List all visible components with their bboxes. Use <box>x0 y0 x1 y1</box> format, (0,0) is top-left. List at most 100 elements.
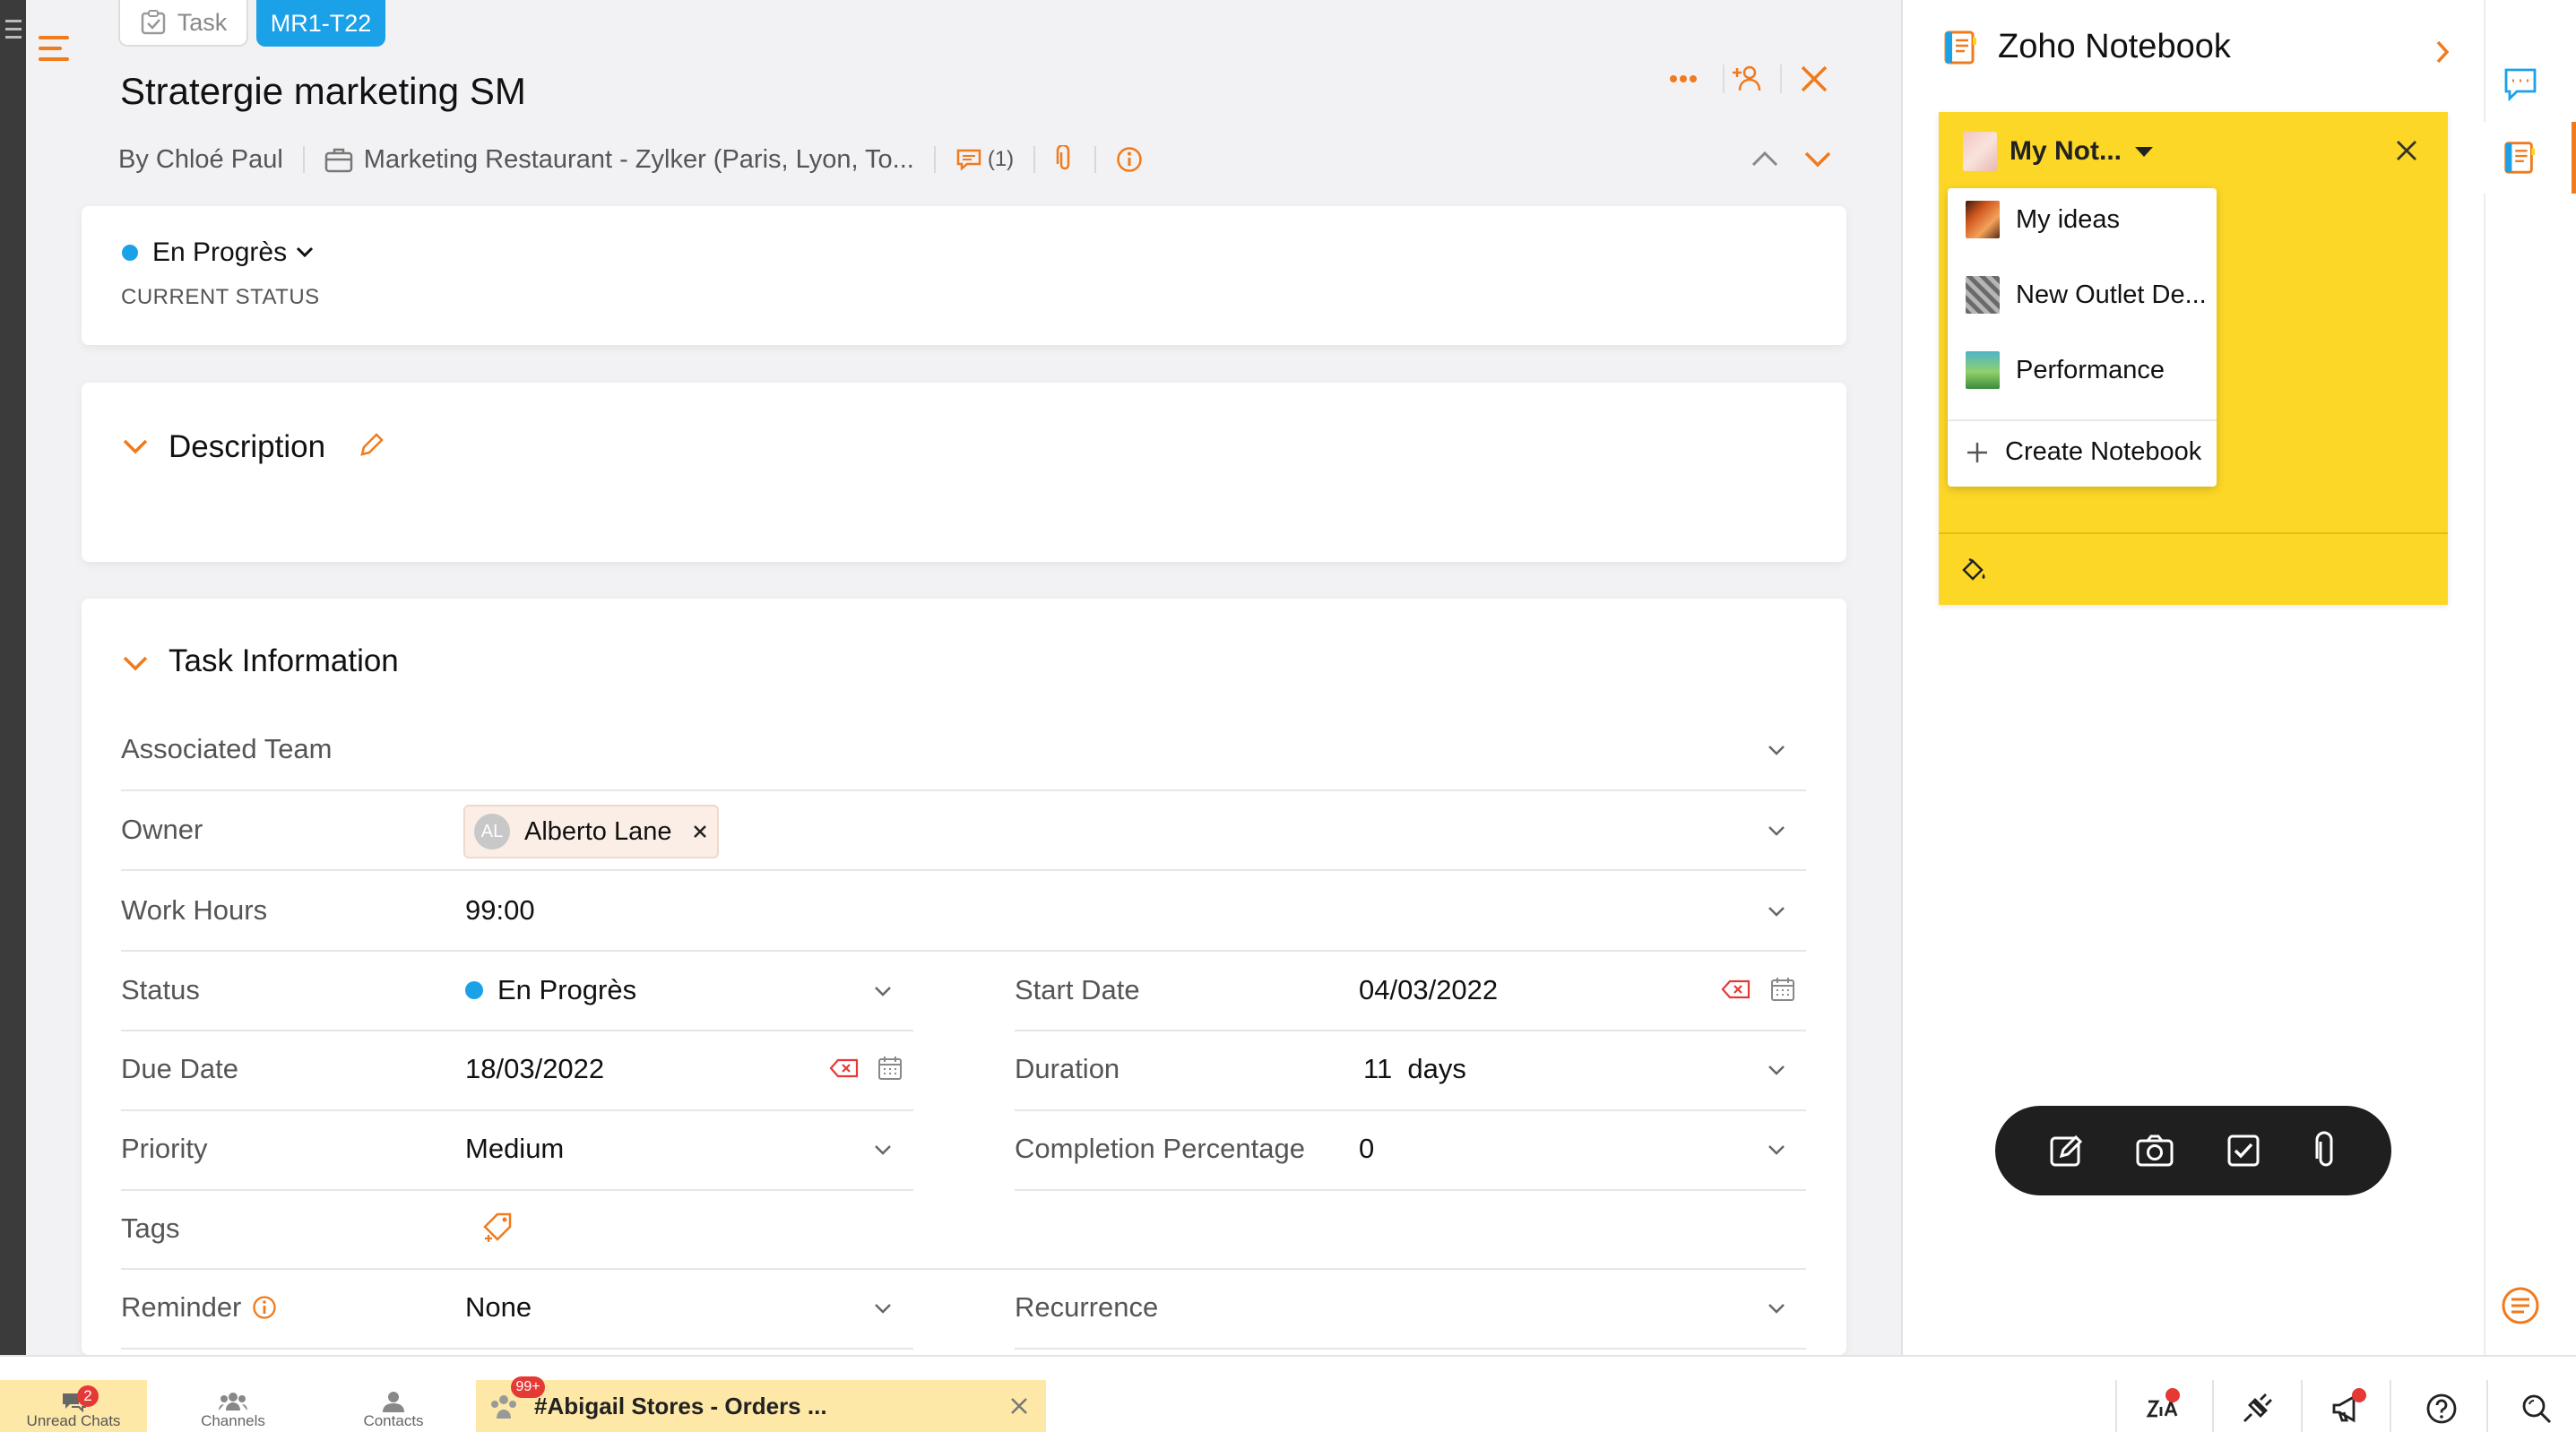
channels-group-icon <box>219 1393 247 1410</box>
reminder-info-icon[interactable] <box>252 1295 277 1320</box>
breadcrumb-task[interactable]: Task <box>118 0 248 47</box>
previous-task-chevron-up-icon[interactable] <box>1750 149 1779 168</box>
unread-count-badge: 2 <box>77 1385 99 1407</box>
attach-file-icon[interactable] <box>2312 1131 2339 1170</box>
status-dropdown-icon[interactable] <box>873 981 893 1001</box>
collapse-chevron-icon[interactable] <box>123 438 148 456</box>
paint-bucket-icon[interactable] <box>1960 556 1987 584</box>
channels-tab[interactable]: Channels <box>179 1380 287 1432</box>
contacts-label: Contacts <box>363 1412 424 1429</box>
reminder-dropdown-icon[interactable] <box>873 1298 893 1318</box>
status-field-dropdown[interactable]: En Progrès <box>465 974 636 1006</box>
reminder-label: Reminder <box>121 1291 242 1323</box>
unread-chats-label: Unread Chats <box>26 1412 121 1429</box>
open-chat-tab[interactable]: #Abigail Stores - Orders ... <box>476 1380 1046 1432</box>
calendar-icon[interactable] <box>1769 976 1796 1003</box>
reminder-label-group: Reminder <box>121 1291 277 1324</box>
zoho-notebook-icon <box>1944 30 1976 65</box>
zoho-notebook-icon[interactable] <box>2501 138 2538 176</box>
notification-dot <box>2165 1388 2180 1402</box>
notebook-item-label: My ideas <box>2016 204 2121 234</box>
list-menu-circle-icon[interactable] <box>2501 1286 2540 1325</box>
comment-icon[interactable] <box>955 147 982 172</box>
task-id-badge[interactable]: MR1-T22 <box>256 0 385 47</box>
collapse-chevron-icon[interactable] <box>123 655 148 673</box>
checklist-icon[interactable] <box>2225 1132 2262 1169</box>
clear-date-icon[interactable] <box>1721 979 1751 1000</box>
notebook-cover-thumb <box>1966 201 2000 238</box>
priority-label: Priority <box>121 1133 208 1164</box>
clear-date-icon[interactable] <box>829 1057 860 1079</box>
next-task-chevron-down-icon[interactable] <box>1803 149 1832 168</box>
completion-percentage-label: Completion Percentage <box>1015 1133 1305 1164</box>
notebook-item-label: Performance <box>2016 355 2165 384</box>
notebook-app-title: Zoho Notebook <box>1998 27 2231 65</box>
status-dropdown[interactable]: En Progrès <box>122 237 314 268</box>
due-date-label: Due Date <box>121 1053 238 1084</box>
chat-bubble-icon[interactable] <box>2503 66 2538 104</box>
task-author: By Chloé Paul <box>118 144 283 174</box>
task-information-section: Task Information Associated Team Owner A… <box>82 599 1846 1355</box>
due-date-value[interactable]: 18/03/2022 <box>465 1053 604 1085</box>
associated-team-dropdown-icon[interactable] <box>1767 740 1786 760</box>
info-icon[interactable] <box>1116 146 1143 173</box>
collapsed-menu-icon[interactable] <box>5 20 22 41</box>
close-icon[interactable] <box>1800 65 1828 93</box>
notebook-item-performance[interactable]: Performance <box>1966 351 2165 389</box>
completion-percentage-value[interactable]: 0 <box>1359 1133 1374 1165</box>
plug-connection-icon[interactable] <box>2241 1393 2273 1425</box>
recurrence-dropdown-icon[interactable] <box>1767 1298 1786 1318</box>
remove-owner-icon[interactable] <box>692 824 708 840</box>
edit-pencil-icon[interactable] <box>357 431 384 460</box>
owner-label: Owner <box>121 814 203 845</box>
notebook-header: Zoho Notebook <box>1941 27 2231 66</box>
reminder-value[interactable]: None <box>465 1291 532 1324</box>
duration-value[interactable]: 11 days <box>1363 1053 1466 1085</box>
tags-label: Tags <box>121 1212 180 1244</box>
start-date-value[interactable]: 04/03/2022 <box>1359 974 1498 1006</box>
comment-count[interactable]: (1) <box>988 147 1014 172</box>
owner-dropdown-icon[interactable] <box>1767 821 1786 841</box>
search-icon[interactable] <box>2520 1393 2553 1425</box>
attachment-icon[interactable] <box>1055 145 1075 174</box>
close-notebook-icon[interactable] <box>2395 139 2418 162</box>
task-title: Stratergie marketing SM <box>120 70 526 112</box>
calendar-icon[interactable] <box>877 1055 903 1082</box>
notification-dot <box>2352 1388 2366 1402</box>
notebook-item-my-ideas[interactable]: My ideas <box>1966 201 2120 238</box>
add-tag-icon[interactable] <box>483 1212 514 1244</box>
chevron-right-icon[interactable] <box>2434 39 2451 65</box>
duration-dropdown-icon[interactable] <box>1767 1060 1786 1080</box>
task-information-title: Task Information <box>169 643 399 678</box>
notebook-selector[interactable]: My Not... <box>1963 132 2154 171</box>
priority-dropdown-icon[interactable] <box>873 1140 893 1160</box>
unread-chats-tab[interactable]: Unread Chats <box>0 1380 147 1432</box>
notebook-cover-thumb <box>1966 276 2000 314</box>
description-title: Description <box>169 429 326 464</box>
priority-value[interactable]: Medium <box>465 1133 564 1165</box>
breadcrumb-task-label: Task <box>177 8 228 36</box>
status-dot <box>465 981 483 999</box>
right-icon-rail <box>2484 0 2576 1355</box>
notebook-item-label: New Outlet De... <box>2016 280 2207 309</box>
owner-chip[interactable]: AL Alberto Lane <box>463 805 719 858</box>
follow-user-icon[interactable] <box>1732 63 1764 95</box>
create-notebook-button[interactable]: Create Notebook <box>1966 437 2201 467</box>
chat-tab-badge: 99+ <box>511 1376 545 1398</box>
work-hours-dropdown-icon[interactable] <box>1767 901 1786 921</box>
notebook-list-dropdown: My ideas New Outlet De... Performance Cr… <box>1948 188 2217 487</box>
notebook-cover-thumb <box>1966 351 2000 389</box>
close-chat-tab-icon[interactable] <box>1009 1396 1029 1416</box>
work-hours-value[interactable]: 99:00 <box>465 894 535 927</box>
task-project-link[interactable]: Marketing Restaurant - Zylker (Paris, Ly… <box>364 145 914 175</box>
camera-icon[interactable] <box>2135 1133 2174 1169</box>
help-question-icon[interactable] <box>2425 1393 2458 1425</box>
associated-team-label: Associated Team <box>121 733 333 764</box>
chevron-down-icon <box>297 246 314 258</box>
new-note-edit-icon[interactable] <box>2047 1132 2085 1169</box>
more-options-icon[interactable] <box>1669 70 1698 88</box>
contacts-tab[interactable]: Contacts <box>340 1380 447 1432</box>
completion-dropdown-icon[interactable] <box>1767 1140 1786 1160</box>
hamburger-menu-icon[interactable] <box>39 36 69 61</box>
notebook-item-new-outlet[interactable]: New Outlet De... <box>1966 276 2207 314</box>
